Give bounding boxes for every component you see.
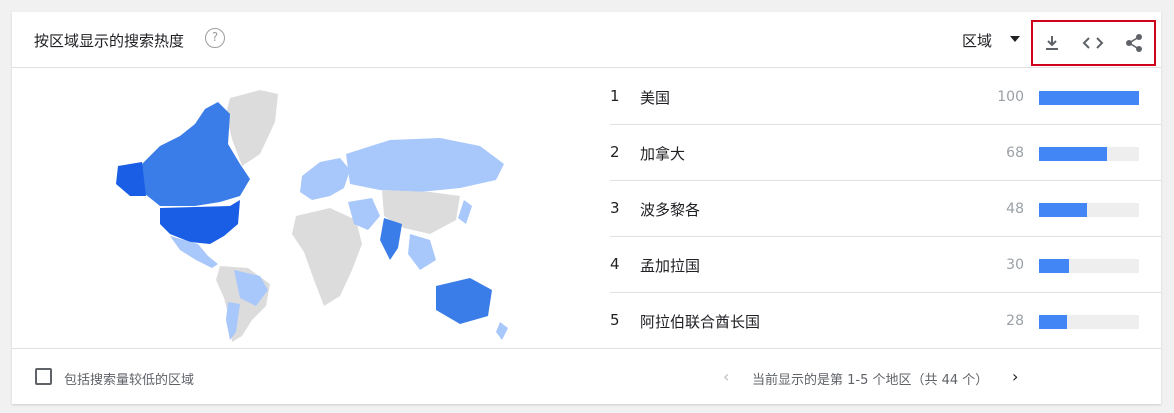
interest-bar-fill bbox=[1039, 259, 1069, 273]
map-russia bbox=[346, 138, 504, 192]
ranking-row[interactable]: 3 波多黎各 48 bbox=[610, 180, 1161, 237]
ranking-row[interactable]: 2 加拿大 68 bbox=[610, 124, 1161, 181]
interest-value: 48 bbox=[1006, 201, 1024, 217]
interest-bar bbox=[1039, 147, 1139, 161]
map-new-zealand bbox=[496, 322, 508, 340]
pagination-info: 当前显示的是第 1-5 个地区（共 44 个） bbox=[752, 373, 989, 388]
map-alaska bbox=[116, 162, 146, 196]
chevron-left-icon[interactable]: ‹ bbox=[723, 367, 729, 386]
embed-code-icon[interactable] bbox=[1080, 30, 1106, 56]
chevron-right-icon[interactable]: › bbox=[1012, 367, 1018, 386]
share-icon[interactable] bbox=[1121, 30, 1147, 56]
region-name[interactable]: 美国 bbox=[640, 87, 670, 108]
rank-number: 5 bbox=[610, 311, 620, 329]
ranking-row[interactable]: 1 美国 100 bbox=[610, 68, 1161, 125]
interest-value: 100 bbox=[997, 89, 1024, 105]
map-japan bbox=[458, 200, 472, 224]
include-low-volume-checkbox[interactable] bbox=[35, 368, 52, 385]
interest-value: 30 bbox=[1006, 257, 1024, 273]
include-low-volume-label[interactable]: 包括搜索量较低的区域 bbox=[64, 369, 194, 388]
region-dropdown[interactable]: 区域 bbox=[962, 30, 992, 51]
interest-bar bbox=[1039, 259, 1139, 273]
map-europe bbox=[300, 158, 350, 200]
region-interest-card: 按区域显示的搜索热度 ? 区域 1 美国 100 2 加拿大 68 3 波多黎各… bbox=[12, 12, 1161, 404]
ranking-row[interactable]: 5 阿拉伯联合酋长国 28 bbox=[610, 292, 1161, 348]
interest-bar bbox=[1039, 203, 1139, 217]
rank-number: 1 bbox=[610, 87, 620, 105]
interest-bar bbox=[1039, 91, 1139, 105]
download-icon[interactable] bbox=[1039, 30, 1065, 56]
interest-bar-fill bbox=[1039, 147, 1107, 161]
interest-bar bbox=[1039, 315, 1139, 329]
map-india bbox=[380, 218, 402, 260]
rank-number: 2 bbox=[610, 143, 620, 161]
map-africa bbox=[292, 208, 362, 306]
dropdown-arrow-icon[interactable] bbox=[1010, 36, 1020, 42]
interest-bar-fill bbox=[1039, 203, 1087, 217]
rank-number: 4 bbox=[610, 255, 620, 273]
ranking-row[interactable]: 4 孟加拉国 30 bbox=[610, 236, 1161, 293]
region-name[interactable]: 加拿大 bbox=[640, 143, 685, 164]
map-southeast-asia bbox=[408, 234, 436, 270]
highlighted-toolbar-box bbox=[1031, 20, 1156, 66]
region-name[interactable]: 波多黎各 bbox=[640, 199, 700, 220]
interest-bar-fill bbox=[1039, 91, 1139, 105]
region-name[interactable]: 阿拉伯联合酋长国 bbox=[640, 311, 760, 332]
world-map[interactable] bbox=[100, 84, 514, 346]
rank-number: 3 bbox=[610, 199, 620, 217]
interest-value: 68 bbox=[1006, 145, 1024, 161]
interest-value: 28 bbox=[1006, 313, 1024, 329]
interest-bar-fill bbox=[1039, 315, 1067, 329]
map-australia bbox=[436, 278, 492, 324]
card-title: 按区域显示的搜索热度 bbox=[34, 32, 185, 50]
card-header: 按区域显示的搜索热度 ? 区域 bbox=[12, 12, 1161, 68]
region-name[interactable]: 孟加拉国 bbox=[640, 255, 700, 276]
help-icon[interactable]: ? bbox=[205, 28, 225, 48]
card-footer: 包括搜索量较低的区域 ‹ 当前显示的是第 1-5 个地区（共 44 个） › bbox=[12, 348, 1161, 405]
